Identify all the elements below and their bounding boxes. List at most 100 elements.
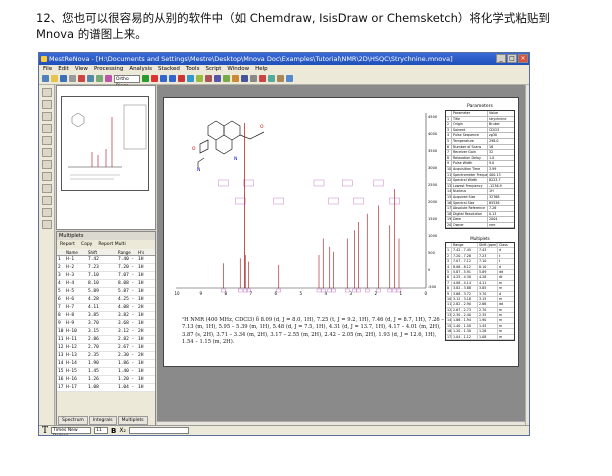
settings-icon[interactable] — [250, 75, 257, 82]
cut-icon[interactable] — [78, 75, 85, 82]
multiplet-tool-icon[interactable] — [42, 160, 52, 169]
menu-processing[interactable]: Processing — [94, 65, 123, 73]
new-icon[interactable] — [42, 75, 49, 82]
multiplets-table[interactable]: Range Shift (ppm) Class 1 7.42 - 7.45 7.43 d 2 7… — [445, 242, 515, 342]
table-row[interactable]: 3 H-3 7.10 7.07 - 7.121H — [57, 272, 155, 280]
layout-select[interactable]: Ortho Rings — [114, 74, 140, 89]
column-header[interactable]: H's — [137, 249, 153, 255]
size-select[interactable]: 11 — [94, 427, 109, 434]
tab-multiplets[interactable]: Multiplets — [117, 416, 148, 425]
molecule-icon[interactable] — [232, 75, 239, 82]
table-row[interactable]: 11H-11 2.86 2.82 - 2.901H — [57, 336, 155, 344]
crosshair-tool-icon[interactable] — [42, 124, 52, 133]
table-row[interactable]: 15H-15 1.45 1.40 - 1.501H — [57, 368, 155, 376]
column-header[interactable]: Range — [117, 249, 137, 255]
report-multi-button[interactable]: Report Multi — [98, 240, 125, 249]
column-header[interactable] — [57, 249, 65, 255]
spectrum-plot[interactable]: O O N N 10 9 8 7 6 5 4 3 2 1 0 4500400035003000250… — [164, 98, 444, 313]
integrate-icon[interactable] — [187, 75, 194, 82]
multiplet-label-box[interactable] — [218, 179, 229, 187]
zoom-out-icon[interactable] — [169, 75, 176, 82]
rect-tool-icon[interactable] — [42, 184, 52, 193]
open-icon[interactable] — [51, 75, 58, 82]
lock-tool-icon[interactable] — [42, 220, 52, 229]
stop-icon[interactable] — [151, 75, 158, 82]
integral-bracket[interactable] — [356, 288, 361, 293]
multiplet-label-box[interactable] — [235, 197, 246, 205]
print-icon[interactable] — [69, 75, 76, 82]
table-row[interactable]: 9 H-9 3.70 3.68 - 3.721H — [57, 320, 155, 328]
multiplet-label-box[interactable] — [342, 179, 353, 187]
integral-bracket[interactable] — [392, 288, 397, 293]
subscript-icon[interactable]: X₂ — [119, 427, 126, 434]
text-icon[interactable] — [277, 75, 284, 82]
table-row[interactable]: 8 H-8 3.85 3.82 - 3.881H — [57, 312, 155, 320]
table-row[interactable]: 16H-16 1.26 1.20 - 1.301H — [57, 376, 155, 384]
menu-analysis[interactable]: Analysis — [129, 65, 152, 73]
maximize-button[interactable]: □ — [507, 54, 517, 63]
integral-bracket[interactable] — [331, 288, 336, 293]
integral-bracket[interactable] — [327, 288, 332, 293]
vertical-scrollbar[interactable] — [525, 85, 529, 427]
integral-bracket[interactable] — [316, 288, 322, 293]
multiplet-label-box[interactable] — [328, 197, 339, 205]
table-row[interactable]: 7 H-7 4.11 4.08 - 4.142H — [57, 304, 155, 312]
select-tool-icon[interactable] — [42, 88, 52, 97]
integral-bracket[interactable] — [238, 288, 243, 293]
column-header[interactable]: Shift — [87, 249, 117, 255]
multiplet-label-box[interactable] — [373, 179, 384, 187]
table-row[interactable]: 17H-17 1.08 1.04 - 1.121H — [57, 384, 155, 392]
table-row[interactable]: 1 H-1 7.42 7.40 - 7.451H — [57, 256, 155, 264]
phase-icon[interactable] — [205, 75, 212, 82]
zoom-in-icon[interactable] — [160, 75, 167, 82]
menu-script[interactable]: Script — [205, 65, 221, 73]
integral-bracket[interactable] — [365, 288, 370, 293]
table-row[interactable]: 12H-12 2.70 2.67 - 2.731H — [57, 344, 155, 352]
column-header[interactable]: Name — [65, 249, 87, 255]
integral-bracket[interactable] — [387, 288, 392, 293]
nmr-report-text[interactable]: ¹H NMR (400 MHz, CDCl3) δ 8.09 (d, J = 8… — [182, 317, 444, 347]
copy-icon[interactable] — [87, 75, 94, 82]
table-row[interactable]: 14H-14 1.90 1.86 - 1.941H — [57, 360, 155, 368]
page-thumbnail[interactable] — [61, 96, 149, 191]
integral-tool-icon[interactable] — [42, 136, 52, 145]
font-select[interactable]: Times New Roman — [51, 427, 92, 435]
report-button[interactable]: Report — [60, 240, 75, 249]
table-row[interactable]: 10H-10 3.15 3.12 - 3.182H — [57, 328, 155, 336]
multiplet-label-box[interactable] — [243, 179, 254, 187]
multiplet-icon[interactable] — [196, 75, 203, 82]
tab-spectrum[interactable]: Spectrum — [58, 416, 88, 425]
report-icon[interactable] — [241, 75, 248, 82]
arrow-icon[interactable] — [286, 75, 293, 82]
ruler-tool-icon[interactable] — [42, 208, 52, 217]
multiplet-label-box[interactable] — [273, 197, 284, 205]
peak-pick-icon[interactable] — [178, 75, 185, 82]
symbol-select[interactable] — [128, 427, 189, 434]
close-button[interactable]: × — [518, 54, 528, 63]
menu-edit[interactable]: Edit — [58, 65, 69, 73]
tab-integrals[interactable]: Integrals — [88, 416, 117, 425]
molecule-structure[interactable] — [197, 120, 265, 168]
integral-bracket[interactable] — [376, 288, 381, 293]
table-row[interactable]: 6 H-6 4.28 4.25 - 4.301H — [57, 296, 155, 304]
integral-bracket[interactable] — [276, 288, 281, 293]
bold-icon[interactable]: B — [111, 427, 116, 435]
baseline-icon[interactable] — [214, 75, 221, 82]
line-tool-icon[interactable] — [42, 172, 52, 181]
peak-tool-icon[interactable] — [42, 148, 52, 157]
delete-icon[interactable] — [259, 75, 266, 82]
text-tool-icon[interactable] — [42, 196, 52, 205]
menu-tools[interactable]: Tools — [186, 65, 200, 73]
document-page[interactable]: O O N N 10 9 8 7 6 5 4 3 2 1 0 4500 4000 3500 3000 250… — [163, 97, 519, 367]
text-tool-icon[interactable]: T — [42, 426, 48, 436]
multiplet-label-box[interactable] — [353, 197, 364, 205]
undo-icon[interactable] — [105, 75, 112, 82]
menu-stacked[interactable]: Stacked — [158, 65, 180, 73]
integral-bracket[interactable] — [352, 288, 357, 293]
reference-icon[interactable] — [223, 75, 230, 82]
table-row[interactable]: 5 H-5 5.89 5.87 - 5.911H — [57, 288, 155, 296]
zoom-tool-icon[interactable] — [42, 112, 52, 121]
menu-file[interactable]: File — [43, 65, 52, 73]
paste-icon[interactable] — [96, 75, 103, 82]
table-row[interactable]: 2 H-2 7.23 7.20 - 7.261H — [57, 264, 155, 272]
